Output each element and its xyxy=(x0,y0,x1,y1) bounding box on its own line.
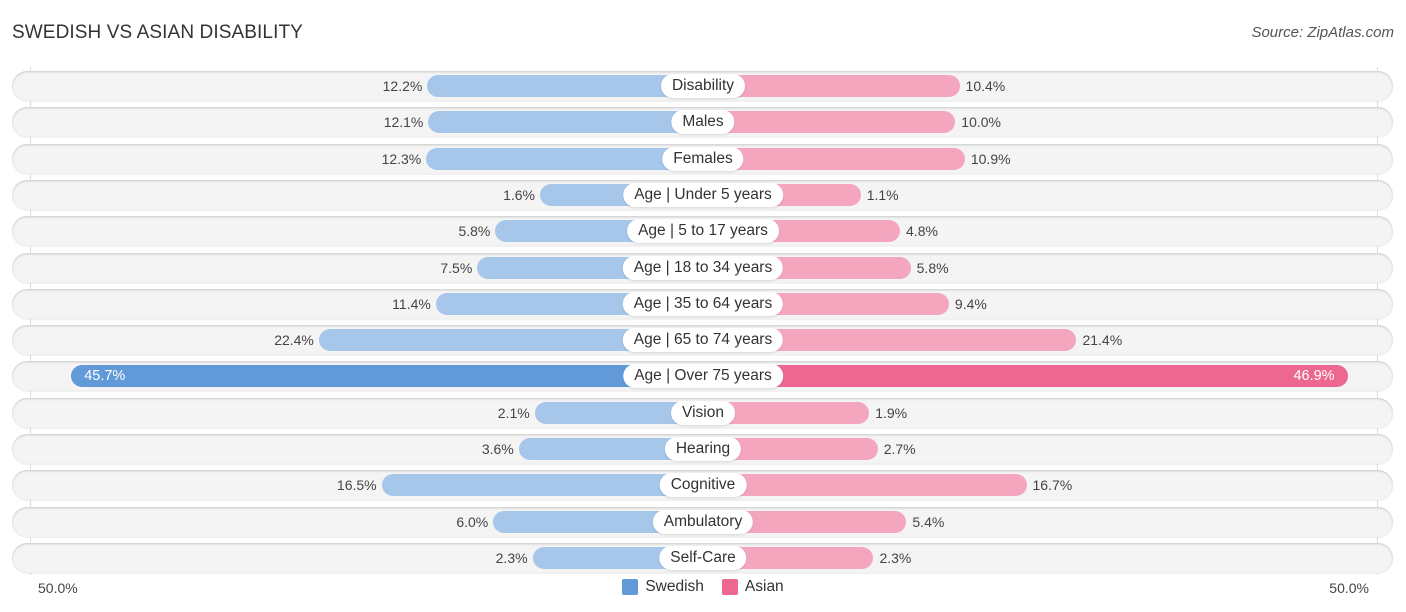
value-label-asian: 4.8% xyxy=(906,223,938,239)
value-label-swedish: 45.7% xyxy=(84,368,126,384)
bar-swedish[interactable] xyxy=(381,474,703,496)
category-label: Age | 18 to 34 years xyxy=(622,256,784,280)
category-label: Age | Over 75 years xyxy=(623,364,783,388)
legend-label-swedish: Swedish xyxy=(645,578,704,595)
value-label-swedish: 2.1% xyxy=(497,405,530,421)
value-label-swedish: 6.0% xyxy=(456,514,489,530)
source-label: Source: ZipAtlas.com xyxy=(1251,24,1394,41)
value-label-swedish: 2.3% xyxy=(495,550,528,566)
value-label-asian: 16.7% xyxy=(1032,477,1073,493)
bar-swedish[interactable] xyxy=(71,365,703,387)
value-label-swedish: 16.5% xyxy=(336,477,377,493)
value-label-asian: 21.4% xyxy=(1082,332,1123,348)
value-label-swedish: 5.8% xyxy=(458,223,491,239)
value-label-asian: 1.9% xyxy=(875,405,908,421)
value-label-swedish: 12.1% xyxy=(383,114,424,130)
category-label: Females xyxy=(662,147,744,171)
value-label-swedish: 11.4% xyxy=(392,296,431,312)
category-label: Males xyxy=(671,110,735,134)
value-label-asian: 5.4% xyxy=(912,514,945,530)
legend: Swedish Asian xyxy=(0,578,1406,596)
category-label: Vision xyxy=(671,401,735,425)
category-label: Age | 5 to 17 years xyxy=(627,219,779,243)
category-label: Hearing xyxy=(664,437,742,461)
value-label-swedish: 3.6% xyxy=(481,441,514,457)
chart-title: SWEDISH VS ASIAN DISABILITY xyxy=(12,22,303,43)
category-label: Age | 35 to 64 years xyxy=(622,292,784,316)
value-label-asian: 10.4% xyxy=(965,78,1006,94)
bar-asian[interactable] xyxy=(703,365,1348,387)
category-label: Cognitive xyxy=(659,473,747,497)
legend-swatch-asian xyxy=(721,579,738,595)
legend-label-asian: Asian xyxy=(744,578,784,595)
value-label-swedish: 12.3% xyxy=(381,151,422,167)
value-label-swedish: 7.5% xyxy=(440,260,473,276)
value-label-swedish: 12.2% xyxy=(382,78,423,94)
value-label-asian: 10.9% xyxy=(970,151,1011,167)
value-label-asian: 46.9% xyxy=(1293,368,1335,384)
value-label-asian: 5.8% xyxy=(916,260,949,276)
category-label: Age | 65 to 74 years xyxy=(622,328,784,352)
bar-asian[interactable] xyxy=(703,111,956,133)
value-label-asian: 1.1% xyxy=(866,187,899,203)
value-label-asian: 2.7% xyxy=(883,441,916,457)
value-label-swedish: 22.4% xyxy=(274,332,314,348)
value-label-asian: 10.0% xyxy=(961,114,1001,130)
value-label-asian: 2.3% xyxy=(879,550,912,566)
category-label: Disability xyxy=(660,74,746,98)
category-label: Ambulatory xyxy=(652,510,754,534)
legend-item-swedish[interactable]: Swedish xyxy=(622,578,704,596)
value-label-asian: 9.4% xyxy=(954,296,987,312)
bar-swedish[interactable] xyxy=(428,111,703,133)
category-label: Self-Care xyxy=(659,546,747,570)
value-label-swedish: 1.6% xyxy=(503,187,535,203)
category-label: Age | Under 5 years xyxy=(623,183,783,207)
legend-item-asian[interactable]: Asian xyxy=(721,578,784,596)
legend-swatch-swedish xyxy=(622,579,639,595)
bar-asian[interactable] xyxy=(703,474,1027,496)
